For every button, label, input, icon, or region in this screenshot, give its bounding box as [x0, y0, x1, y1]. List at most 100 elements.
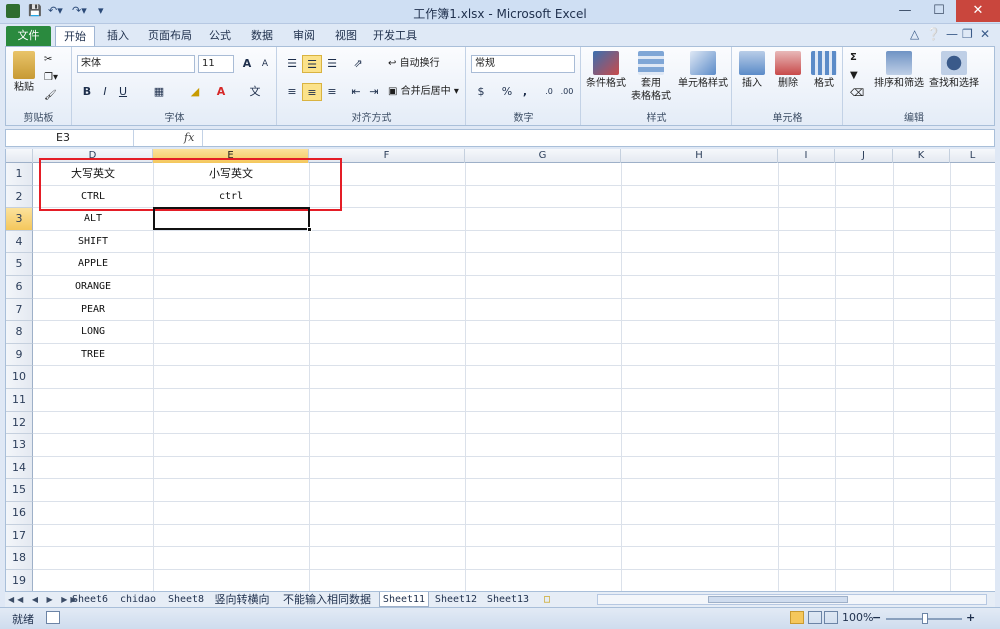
zoom-in-button[interactable]: +	[966, 611, 975, 624]
row-header[interactable]: 11	[6, 389, 33, 412]
paste-button[interactable]: 粘贴	[10, 51, 38, 94]
new-sheet-icon[interactable]: □	[537, 592, 557, 607]
tab-home[interactable]: 开始	[55, 26, 95, 46]
column-header-i[interactable]: I	[778, 149, 835, 163]
collapse-ribbon-icon[interactable]: △	[910, 27, 919, 41]
increase-indent-icon[interactable]: ⇥	[364, 83, 384, 101]
autosum-button[interactable]: Σ	[850, 49, 857, 67]
row-header[interactable]: 1	[6, 163, 33, 186]
format-as-table-button[interactable]: 套用 表格格式	[628, 51, 674, 103]
row-header[interactable]: 17	[6, 524, 33, 548]
zoom-out-button[interactable]: −	[872, 611, 881, 624]
borders-icon[interactable]: ▦	[149, 83, 169, 101]
minimize-icon[interactable]: —	[888, 0, 922, 22]
normal-view-icon[interactable]	[790, 611, 804, 624]
insert-cells-button[interactable]: 插入	[735, 51, 769, 90]
macro-record-icon[interactable]	[46, 611, 60, 624]
align-top-icon[interactable]: ☰	[282, 55, 302, 73]
number-format-select[interactable]: 常规	[471, 55, 575, 73]
delete-cells-button[interactable]: 删除	[771, 51, 805, 90]
cell-styles-button[interactable]: 单元格样式	[676, 51, 730, 90]
tab-review[interactable]: 审阅	[286, 26, 322, 46]
row-header[interactable]: 15	[6, 479, 33, 502]
clear-icon[interactable]: ⌫	[850, 85, 864, 103]
sheet-tab-sheet6[interactable]: Sheet6	[67, 592, 113, 607]
column-header-h[interactable]: H	[621, 149, 778, 163]
active-cell-e3[interactable]	[153, 207, 310, 230]
doc-close-icon[interactable]: ✕	[980, 27, 990, 41]
grow-font-button[interactable]: A	[237, 55, 257, 73]
font-name-select[interactable]: 宋体	[77, 55, 195, 73]
row-header[interactable]: 3	[6, 208, 33, 231]
row-header[interactable]: 6	[6, 276, 33, 299]
cell-d3[interactable]: ALT	[33, 208, 153, 231]
row-header[interactable]: 19	[6, 569, 33, 591]
currency-icon[interactable]: $	[471, 83, 491, 101]
merge-center-button[interactable]: ▣ 合并后居中 ▾	[388, 83, 459, 101]
row-header[interactable]: 5	[6, 253, 33, 276]
scrollbar-thumb[interactable]	[708, 596, 848, 603]
conditional-format-button[interactable]: 条件格式	[584, 51, 628, 90]
sort-filter-button[interactable]: 排序和筛选	[872, 51, 926, 90]
font-size-select[interactable]: 11	[198, 55, 234, 73]
cell-d4[interactable]: SHIFT	[33, 231, 153, 254]
decrease-decimal-icon[interactable]: .00	[557, 83, 577, 101]
row-header[interactable]: 4	[6, 230, 33, 254]
percent-button[interactable]: %	[497, 83, 517, 101]
cut-icon[interactable]: ✂	[44, 51, 52, 69]
page-layout-view-icon[interactable]	[808, 611, 822, 624]
orientation-icon[interactable]: ⇗	[348, 55, 368, 73]
name-box[interactable]: E3	[6, 130, 134, 146]
insert-function-button[interactable]: fx	[184, 130, 202, 146]
row-header[interactable]: 12	[6, 411, 33, 435]
row-header[interactable]: 7	[6, 298, 33, 322]
column-header-g[interactable]: G	[465, 149, 621, 163]
tab-developer[interactable]: 开发工具	[370, 26, 420, 46]
bold-button[interactable]: B	[77, 83, 97, 101]
find-select-button[interactable]: 查找和选择	[926, 51, 982, 90]
tab-insert[interactable]: 插入	[100, 26, 136, 46]
sheet-tab-unique[interactable]: 不能输入相同数据	[277, 592, 377, 607]
font-color-icon[interactable]: A	[211, 83, 231, 101]
sheet-tab-sheet13[interactable]: Sheet13	[483, 592, 533, 607]
sheet-tab-transpose[interactable]: 竖向转横向	[209, 592, 275, 607]
maximize-icon[interactable]: ☐	[922, 0, 956, 22]
format-painter-icon[interactable]: 🖌	[44, 87, 57, 105]
row-header[interactable]: 2	[6, 185, 33, 209]
tab-file[interactable]: 文件	[6, 26, 51, 46]
comma-button[interactable]: ,	[515, 83, 535, 101]
row-header[interactable]: 18	[6, 547, 33, 570]
row-header[interactable]: 14	[6, 456, 33, 480]
close-icon[interactable]: ✕	[956, 0, 1000, 22]
row-header[interactable]: 9	[6, 343, 33, 367]
cell-d8[interactable]: LONG	[33, 321, 153, 344]
sheet-tab-sheet8[interactable]: Sheet8	[163, 592, 209, 607]
formula-input[interactable]	[202, 130, 994, 146]
tab-data[interactable]: 数据	[244, 26, 280, 46]
zoom-slider-thumb[interactable]	[922, 613, 928, 624]
cell-d5[interactable]: APPLE	[33, 253, 153, 276]
italic-button[interactable]: I	[95, 83, 115, 101]
phonetic-icon[interactable]: 文	[245, 83, 265, 101]
decrease-indent-icon[interactable]: ⇤	[346, 83, 366, 101]
doc-minimize-icon[interactable]: —	[946, 27, 958, 41]
row-header[interactable]: 10	[6, 366, 33, 389]
underline-button[interactable]: U	[113, 83, 133, 101]
align-left-icon[interactable]: ≡	[282, 83, 302, 101]
cell-d6[interactable]: ORANGE	[33, 276, 153, 299]
column-header-l[interactable]: L	[950, 149, 995, 163]
help-icon[interactable]: ❔	[926, 27, 941, 41]
row-header[interactable]: 8	[6, 321, 33, 344]
format-cells-button[interactable]: 格式	[807, 51, 841, 90]
zoom-level[interactable]: 100%	[842, 611, 873, 624]
tab-view[interactable]: 视图	[328, 26, 364, 46]
shrink-font-button[interactable]: A	[255, 55, 275, 73]
select-all-corner[interactable]	[6, 149, 33, 163]
doc-restore-icon[interactable]: ❐	[962, 27, 973, 41]
sheet-tab-sheet11[interactable]: Sheet11	[379, 592, 429, 607]
column-header-k[interactable]: K	[893, 149, 950, 163]
cell-d7[interactable]: PEAR	[33, 299, 153, 322]
tab-formulas[interactable]: 公式	[202, 26, 238, 46]
align-center-icon[interactable]: ≡	[302, 83, 322, 101]
fill-handle[interactable]	[307, 227, 312, 232]
